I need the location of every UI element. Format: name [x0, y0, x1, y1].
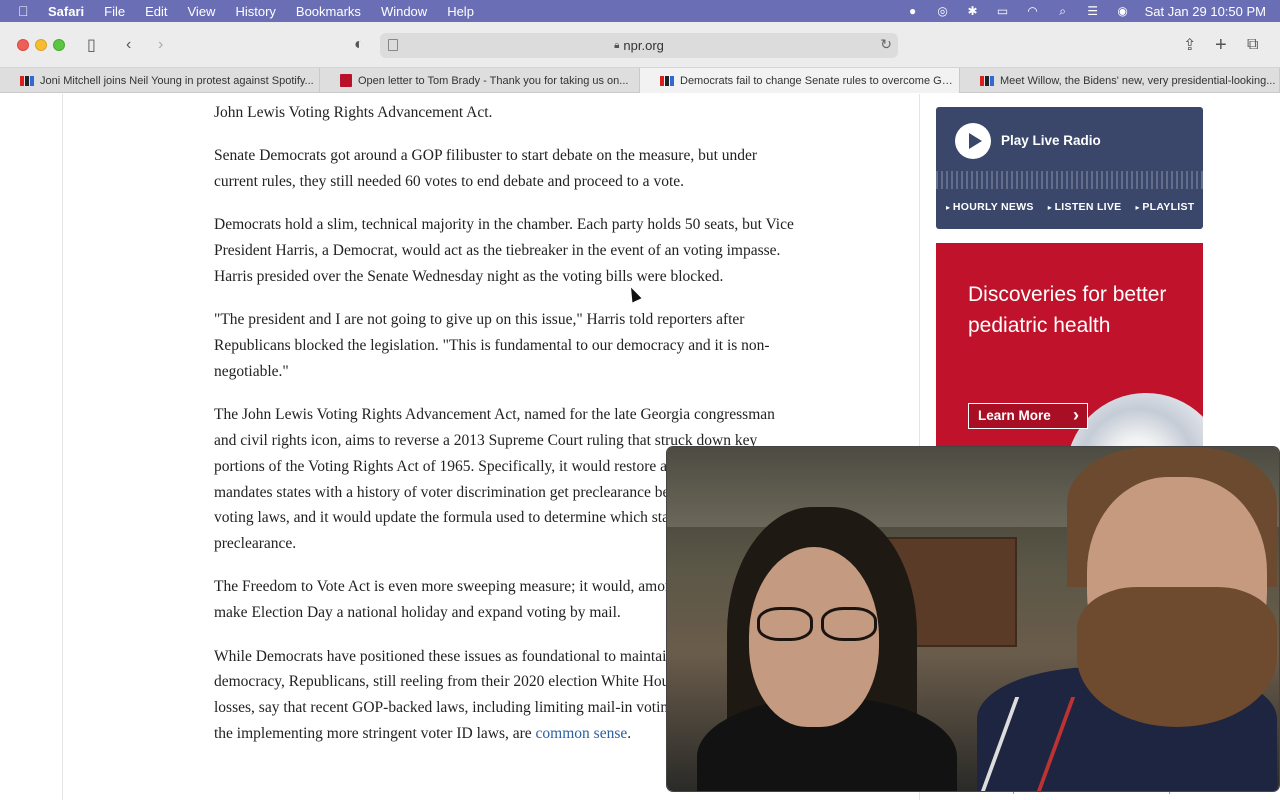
npr-icon	[660, 75, 674, 86]
tab-title: Open letter to Tom Brady - Thank you for…	[358, 74, 629, 87]
menu-file[interactable]: File	[104, 4, 125, 19]
article-paragraph: Senate Democrats got around a GOP filibu…	[214, 147, 758, 191]
sponsor-ad[interactable]: Discoveries for better pediatric health …	[936, 243, 1203, 453]
learn-more-button[interactable]: Learn More	[968, 403, 1088, 429]
play-live-radio-label[interactable]: Play Live Radio	[1001, 133, 1101, 148]
back-icon[interactable]: ‹	[126, 34, 131, 56]
menu-window[interactable]: Window	[381, 4, 427, 19]
waveform-decoration	[936, 171, 1203, 189]
play-icon[interactable]	[955, 123, 991, 159]
siri-icon[interactable]: ◉	[1115, 4, 1131, 18]
new-tab-icon[interactable]: +	[1215, 34, 1227, 56]
battery-icon[interactable]: ▭	[995, 4, 1011, 18]
sidebar-toggle-icon[interactable]: ▯	[87, 34, 96, 56]
menu-edit[interactable]: Edit	[145, 4, 167, 19]
privacy-shield-icon[interactable]: ◐	[354, 34, 364, 56]
tab-overview-icon[interactable]: ⧉	[1247, 34, 1258, 56]
page-menu-icon[interactable]	[388, 39, 398, 51]
tab-title: Joni Mitchell joins Neil Young in protes…	[40, 74, 314, 87]
article-paragraph: "The president and I are not going to gi…	[214, 311, 770, 380]
lock-icon: 🔒︎	[614, 40, 620, 51]
menu-clock[interactable]: Sat Jan 29 10:50 PM	[1145, 4, 1266, 19]
column-divider	[62, 94, 63, 800]
screen-share-icon[interactable]: ◎	[935, 4, 951, 18]
menu-bar:  Safari File Edit View History Bookmark…	[0, 0, 1280, 22]
close-window-button[interactable]	[17, 39, 29, 51]
menu-app-safari[interactable]: Safari	[48, 4, 84, 19]
tab-joni-mitchell[interactable]: Joni Mitchell joins Neil Young in protes…	[0, 68, 320, 93]
apple-icon[interactable]: 	[18, 3, 34, 19]
article-paragraph: Democrats hold a slim, technical majorit…	[214, 216, 794, 285]
menu-view[interactable]: View	[188, 4, 216, 19]
listen-live-link[interactable]: LISTEN LIVE	[1048, 201, 1122, 213]
playlist-link[interactable]: PLAYLIST	[1135, 201, 1194, 213]
control-center-icon[interactable]: ☰	[1085, 4, 1101, 18]
minimize-window-button[interactable]	[35, 39, 47, 51]
zoom-window-button[interactable]	[53, 39, 65, 51]
article-paragraph: John Lewis Voting Rights Advancement Act…	[214, 104, 493, 121]
hourly-news-link[interactable]: HOURLY NEWS	[946, 201, 1034, 213]
common-sense-link[interactable]: common sense	[536, 725, 628, 742]
address-bar[interactable]: 🔒︎ npr.org ↻	[380, 33, 898, 58]
npr-icon	[980, 75, 994, 86]
tab-title: Meet Willow, the Bidens' new, very presi…	[1000, 74, 1276, 87]
glasses-icon	[757, 607, 877, 641]
reload-icon[interactable]: ↻	[880, 36, 892, 53]
person-right-beard	[1077, 587, 1277, 727]
tab-willow[interactable]: Meet Willow, the Bidens' new, very presi…	[960, 68, 1280, 93]
forward-icon[interactable]: ›	[158, 34, 163, 56]
article-text: .	[627, 724, 632, 742]
tab-bar: Joni Mitchell joins Neil Young in protes…	[0, 68, 1280, 93]
live-radio-widget: Play Live Radio HOURLY NEWS LISTEN LIVE …	[936, 107, 1203, 229]
address-host: npr.org	[623, 38, 664, 53]
record-icon[interactable]: ●	[905, 4, 921, 18]
tab-tom-brady[interactable]: Open letter to Tom Brady - Thank you for…	[320, 68, 640, 93]
letter-icon	[340, 74, 352, 87]
webcam-overlay[interactable]	[667, 447, 1279, 791]
npr-icon	[20, 75, 34, 86]
menu-help[interactable]: Help	[447, 4, 474, 19]
menu-bookmarks[interactable]: Bookmarks	[296, 4, 361, 19]
bluetooth-icon[interactable]: ✱	[965, 4, 981, 18]
menu-history[interactable]: History	[235, 4, 275, 19]
tab-democrats-senate[interactable]: Democrats fail to change Senate rules to…	[640, 68, 960, 93]
tab-title: Democrats fail to change Senate rules to…	[680, 74, 959, 87]
ad-headline: Discoveries for better pediatric health	[968, 283, 1167, 337]
wifi-icon[interactable]: ◠	[1025, 4, 1041, 18]
safari-toolbar: ▯ ‹ › ◐ 🔒︎ npr.org ↻ ⇪ + ⧉	[0, 22, 1280, 68]
share-icon[interactable]: ⇪	[1183, 34, 1196, 56]
spotlight-icon[interactable]: ⌕	[1055, 4, 1071, 18]
